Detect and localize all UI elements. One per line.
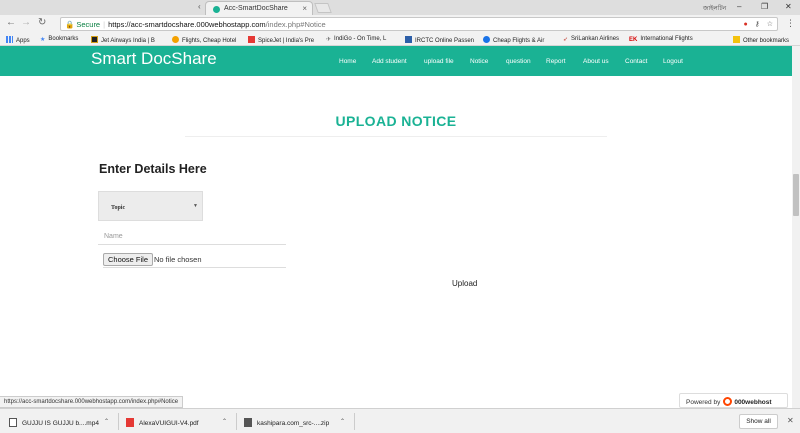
nav-contact[interactable]: Contact <box>625 58 647 65</box>
apps-grid-icon <box>6 36 13 43</box>
star-icon: ★ <box>40 37 46 43</box>
download-item[interactable]: GUJJU IS GUJJU b....mp4 <box>9 414 99 430</box>
indigo-plane-icon: ✈ <box>326 37 332 43</box>
key-icon[interactable]: ⚷ <box>755 21 760 28</box>
bookmark-jet-airways[interactable]: Jet Airways India | B <box>91 36 155 44</box>
download-options-icon[interactable]: ⌃ <box>104 418 109 425</box>
page-title: UPLOAD NOTICE <box>335 113 457 129</box>
download-options-icon[interactable]: ⌃ <box>340 418 345 425</box>
nav-report[interactable]: Report <box>546 58 566 65</box>
nav-logout[interactable]: Logout <box>663 58 683 65</box>
spicejet-icon <box>248 36 255 43</box>
irctc-icon <box>405 36 412 43</box>
browser-tab-strip: ‹ Acc-SmartDocShare × জাইলটিন – ❐ ✕ <box>0 0 800 15</box>
show-all-downloads-button[interactable]: Show all <box>739 414 778 429</box>
download-separator <box>236 413 237 430</box>
name-input[interactable] <box>98 229 286 245</box>
bookmark-flights-cheap-hotel[interactable]: Flights, Cheap Hotel <box>172 36 236 44</box>
powered-by-prefix: Powered by <box>686 399 721 406</box>
file-input: Choose File No file chosen <box>103 253 286 268</box>
address-bar-row: ← → ↻ 🔒 Secure | https://acc-smartdocshare.… <box>0 15 800 33</box>
bookmark-cheap-flights[interactable]: Cheap Flights & Air <box>483 36 544 44</box>
choose-file-button[interactable]: Choose File <box>103 253 154 266</box>
nav-about-us[interactable]: About us <box>583 58 609 65</box>
nav-upload-file[interactable]: upload file <box>424 58 454 65</box>
form-heading: Enter Details Here <box>99 162 207 176</box>
chrome-menu-icon[interactable]: ⋮ <box>786 18 795 29</box>
url-separator: | <box>103 20 106 29</box>
jet-airways-icon <box>91 36 98 43</box>
tab-scroll-left-icon[interactable]: ‹ <box>198 2 201 11</box>
window-close-icon[interactable]: ✕ <box>785 2 792 11</box>
downloads-bar: GUJJU IS GUJJU b....mp4 ⌃ AlexaVUIGUI-V4… <box>0 408 800 433</box>
site-brand[interactable]: Smart DocShare <box>91 49 217 69</box>
scrollbar-thumb[interactable] <box>793 174 799 216</box>
000webhost-logo-icon <box>723 397 733 406</box>
download-options-icon[interactable]: ⌃ <box>222 418 227 425</box>
bookmark-international-flights[interactable]: EK International Flights <box>629 36 693 44</box>
url-path: /index.php#Notice <box>265 20 326 29</box>
secure-label: Secure <box>76 20 101 29</box>
bookmark-spicejet[interactable]: SpiceJet | India's Pre <box>248 36 314 44</box>
download-item[interactable]: AlexaVUIGUI-V4.pdf <box>126 414 199 430</box>
site-navbar: Smart DocShare Home Add student upload f… <box>0 46 800 76</box>
tab-close-icon[interactable]: × <box>302 4 307 13</box>
status-url-bubble: https://acc-smartdocshare.000webhostapp.… <box>0 396 184 408</box>
download-separator <box>118 413 119 430</box>
omnibox-icons: ● ⚷ ☆ <box>738 20 773 28</box>
tab-title: Acc-SmartDocShare <box>224 5 288 12</box>
bookmark-srilankan[interactable]: ➶ SriLankan Airlines <box>563 36 619 43</box>
forward-arrow-icon[interactable]: → <box>21 17 31 28</box>
browser-tab[interactable]: Acc-SmartDocShare × <box>205 1 313 15</box>
bookmark-apps[interactable]: Apps <box>6 36 30 44</box>
topic-select[interactable]: Topic ▼ <box>98 191 203 221</box>
dropdown-caret-icon: ▼ <box>193 204 198 209</box>
zip-file-icon <box>244 418 252 427</box>
download-item[interactable]: kashipara.com_src-....zip <box>244 414 329 430</box>
powered-by-badge[interactable]: Powered by 000webhost <box>679 393 788 408</box>
folder-icon <box>733 36 740 43</box>
topic-select-value: Topic <box>111 205 126 211</box>
downloads-close-icon[interactable]: ✕ <box>787 416 794 425</box>
nav-question[interactable]: question <box>506 58 531 65</box>
extension-icon[interactable]: ● <box>743 21 747 28</box>
profile-name[interactable]: জাইলটিন <box>703 3 726 14</box>
bookmark-other[interactable]: Other bookmarks <box>733 36 789 44</box>
srilankan-icon: ➶ <box>563 37 569 43</box>
nav-home[interactable]: Home <box>339 58 356 65</box>
maximize-icon[interactable]: ❐ <box>761 2 768 11</box>
title-divider <box>185 136 607 137</box>
reload-icon[interactable]: ↻ <box>38 17 46 28</box>
powered-by-name: 000webhost <box>734 399 772 406</box>
globe-icon <box>483 36 490 43</box>
new-tab-button[interactable] <box>314 3 332 13</box>
file-status-text: No file chosen <box>154 255 202 264</box>
nav-notice[interactable]: Notice <box>470 58 488 65</box>
bookmark-star-icon[interactable]: ☆ <box>767 21 773 28</box>
url-omnibox[interactable]: 🔒 Secure | https://acc-smartdocshare.000web… <box>60 17 778 31</box>
video-file-icon <box>9 418 17 427</box>
bookmark-irctc[interactable]: IRCTC Online Passen <box>405 36 474 44</box>
site-favicon-icon <box>213 6 220 13</box>
ek-icon: EK <box>629 37 638 43</box>
nav-add-student[interactable]: Add student <box>372 58 407 65</box>
bookmark-bookmarks[interactable]: ★ Bookmarks <box>40 36 78 43</box>
back-arrow-icon[interactable]: ← <box>6 17 16 28</box>
bookmark-indigo[interactable]: ✈ IndiGo - On Time, L <box>326 36 386 43</box>
page-scrollbar[interactable] <box>792 46 800 408</box>
url-host: https://acc-smartdocshare.000webhostapp.… <box>108 20 266 29</box>
upload-button[interactable]: Upload <box>452 279 477 288</box>
lock-icon: 🔒 <box>65 20 75 29</box>
bookmarks-bar: Apps ★ Bookmarks Jet Airways India | B Fl… <box>0 33 800 46</box>
minimize-icon[interactable]: – <box>737 2 741 11</box>
flights-icon <box>172 36 179 43</box>
download-separator <box>354 413 355 430</box>
pdf-file-icon <box>126 418 134 427</box>
